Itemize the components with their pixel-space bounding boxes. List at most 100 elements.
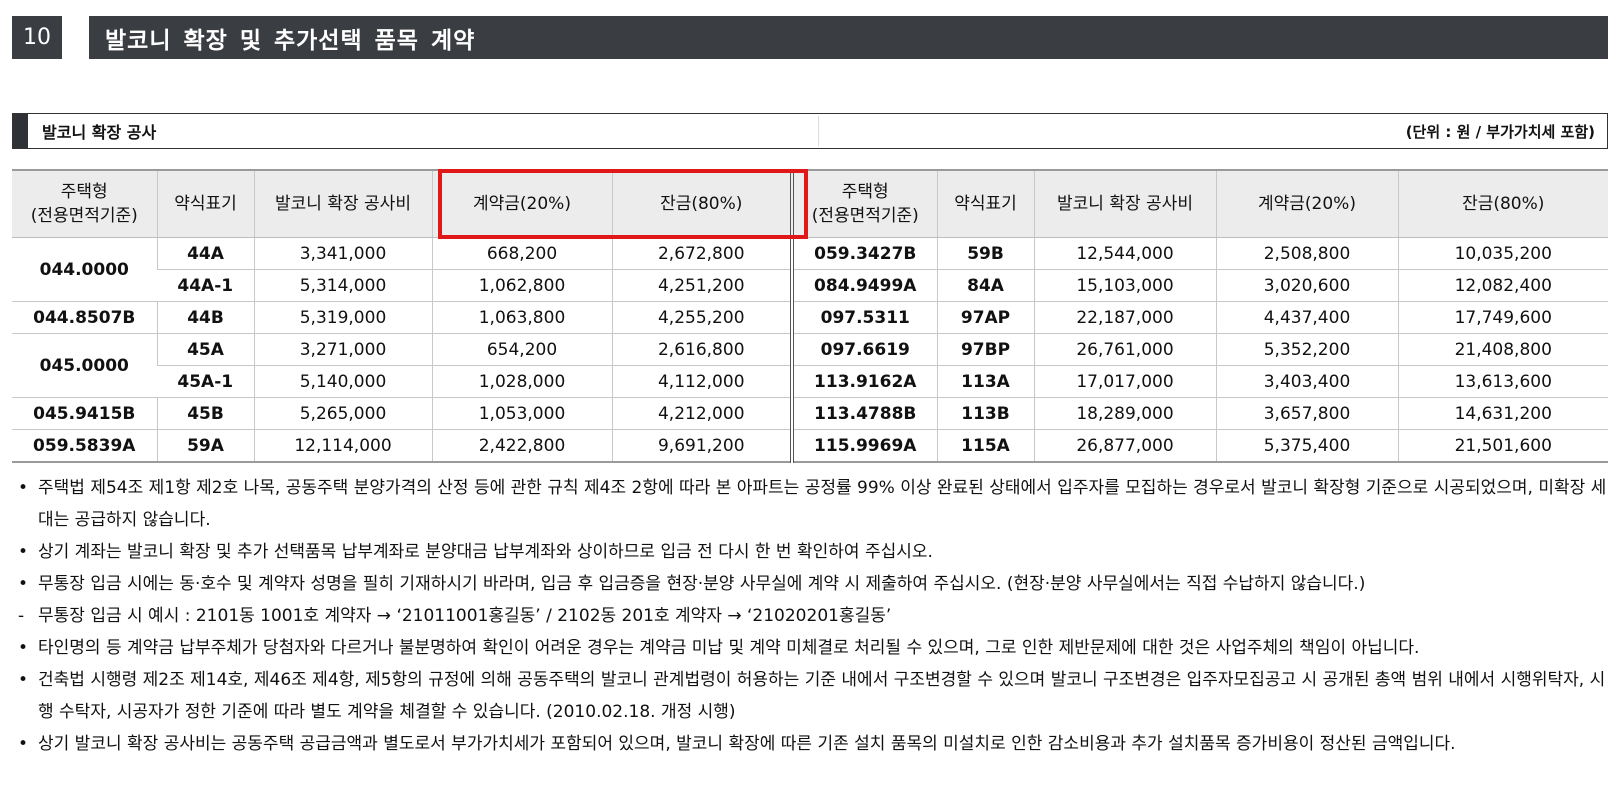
table-row: 045.9415B 45B 5,265,000 1,053,000 4,212,… <box>12 397 1608 430</box>
note-text: 주택법 제54조 제1항 제2호 나목, 공동주택 분양가격의 산정 등에 관한… <box>38 478 1607 530</box>
note-item: • 무통장 입금 시에는 동·호수 및 계약자 성명을 필히 기재하시기 바라며,… <box>18 568 1608 600</box>
col-header-deposit: 계약금(20%) <box>431 169 612 238</box>
deposit-cell: 1,053,000 <box>431 397 612 430</box>
abbr-cell: 84A <box>936 269 1034 302</box>
note-item: • 타인명의 등 계약금 납부주체가 당첨자와 다르거나 불분명하여 확인이 어려… <box>18 632 1608 664</box>
unit-type-cell: 115.9969A <box>790 429 937 463</box>
deposit-cell: 5,352,200 <box>1215 333 1398 366</box>
subsection-accent <box>13 114 28 148</box>
table-row: 044.0000 44A 3,341,000 668,200 2,672,800… <box>12 237 1608 302</box>
balance-cell: 13,613,600 <box>1397 365 1608 398</box>
abbr-cell: 97BP <box>936 333 1034 366</box>
dash-mark: - <box>18 606 25 626</box>
col-header-balance: 잔금(80%) <box>611 169 792 238</box>
col-header-cost: 발코니 확장 공사비 <box>253 169 432 238</box>
col-header-abbr-right: 약식표기 <box>936 169 1034 238</box>
unit-type-cell: 059.3427B <box>790 237 937 270</box>
deposit-cell: 2,508,800 <box>1215 237 1398 270</box>
abbr-cell: 45A-1 <box>157 365 254 398</box>
note-item: - 무통장 입금 시 예시 : 2101동 1001호 계약자 → ‘210110… <box>18 600 1608 632</box>
cost-cell: 3,271,000 <box>253 333 432 366</box>
note-text: 무통장 입금 시에는 동·호수 및 계약자 성명을 필히 기재하시기 바라며, … <box>38 574 1366 594</box>
note-text: 건축법 시행령 제2조 제14호, 제46조 제4항, 제5항의 규정에 의해 … <box>38 670 1606 722</box>
abbr-cell: 59B <box>936 237 1034 270</box>
abbr-cell: 113A <box>936 365 1034 398</box>
abbr-cell: 45A <box>156 333 254 366</box>
balance-cell: 17,749,600 <box>1397 301 1608 334</box>
balance-cell: 2,672,800 <box>611 237 792 270</box>
balance-cell: 12,082,400 <box>1397 269 1608 302</box>
abbr-cell: 97AP <box>936 301 1034 334</box>
balance-cell: 2,616,800 <box>611 333 792 366</box>
balance-cell: 14,631,200 <box>1397 397 1608 430</box>
cost-cell: 12,544,000 <box>1033 237 1216 270</box>
note-item: • 상기 계좌는 발코니 확장 및 추가 선택품목 납부계좌로 분양대금 납부계좌… <box>18 536 1608 568</box>
table-row: 059.5839A 59A 12,114,000 2,422,800 9,691… <box>12 429 1608 463</box>
deposit-cell: 3,403,400 <box>1215 365 1398 398</box>
col-header-abbr: 약식표기 <box>156 169 254 238</box>
abbr-cell: 115A <box>936 429 1034 463</box>
note-item: • 상기 발코니 확장 공사비는 공동주택 공급금액과 별도로서 부가가치세가 포… <box>18 728 1608 760</box>
cost-cell: 3,341,000 <box>253 237 432 270</box>
balance-cell: 4,251,200 <box>611 269 792 302</box>
bullet-mark: • <box>18 574 29 594</box>
col-header-type: 주택형 (전용면적기준) <box>12 169 157 238</box>
unit-type-cell: 045.9415B <box>12 397 157 430</box>
abbr-cell: 44A <box>156 237 254 270</box>
col-header-type-right: 주택형 (전용면적기준) <box>790 169 937 238</box>
note-text: 상기 발코니 확장 공사비는 공동주택 공급금액과 별도로서 부가가치세가 포함… <box>38 734 1456 754</box>
balance-cell: 4,212,000 <box>611 397 792 430</box>
unit-type-cell: 113.4788B <box>790 397 937 430</box>
deposit-cell: 1,028,000 <box>431 365 612 398</box>
note-item: • 건축법 시행령 제2조 제14호, 제46조 제4항, 제5항의 규정에 의해… <box>18 664 1608 728</box>
cost-cell: 26,877,000 <box>1033 429 1216 463</box>
subsection-title: 발코니 확장 공사 <box>42 123 157 142</box>
cost-cell: 18,289,000 <box>1033 397 1216 430</box>
balance-cell: 9,691,200 <box>611 429 792 463</box>
unit-note: (단위 : 원 / 부가가치세 포함) <box>1405 122 1595 141</box>
abbr-cell: 45B <box>156 397 254 430</box>
table-row: 44A-1 5,314,000 1,062,800 4,251,200 084.… <box>12 269 1608 302</box>
unit-type-cell: 045.0000 <box>12 333 157 398</box>
notes-list: • 주택법 제54조 제1항 제2호 나목, 공동주택 분양가격의 산정 등에 관… <box>18 472 1608 760</box>
balance-cell: 4,112,000 <box>611 365 792 398</box>
abbr-cell: 44A-1 <box>157 269 254 302</box>
cost-cell: 5,265,000 <box>253 397 432 430</box>
subsection-header: 발코니 확장 공사 (단위 : 원 / 부가가치세 포함) <box>12 113 1608 149</box>
abbr-cell: 44B <box>156 301 254 334</box>
table-row: 044.8507B 44B 5,319,000 1,063,800 4,255,… <box>12 301 1608 334</box>
bullet-mark: • <box>18 670 29 690</box>
col-header-deposit-right: 계약금(20%) <box>1215 169 1398 238</box>
deposit-cell: 1,062,800 <box>431 269 612 302</box>
bullet-mark: • <box>18 734 29 754</box>
cost-cell: 26,761,000 <box>1033 333 1216 366</box>
table-row: 045.0000 45A 3,271,000 654,200 2,616,800… <box>12 333 1608 398</box>
note-text: 타인명의 등 계약금 납부주체가 당첨자와 다르거나 불분명하여 확인이 어려운… <box>38 638 1420 658</box>
balance-cell: 4,255,200 <box>611 301 792 334</box>
unit-type-cell: 059.5839A <box>12 429 157 463</box>
col-header-type-label: 주택형 (전용면적기준) <box>30 182 138 226</box>
note-text: 상기 계좌는 발코니 확장 및 추가 선택품목 납부계좌로 분양대금 납부계좌와… <box>38 542 933 562</box>
abbr-cell: 113B <box>936 397 1034 430</box>
balcony-cost-table: 주택형 (전용면적기준) 약식표기 발코니 확장 공사비 계약금(20%) 잔금… <box>12 169 1608 463</box>
cost-cell: 5,314,000 <box>253 269 432 302</box>
unit-type-cell: 044.8507B <box>12 301 157 334</box>
unit-type-cell: 097.6619 <box>790 333 937 366</box>
section-number: 10 <box>12 16 62 59</box>
deposit-cell: 5,375,400 <box>1215 429 1398 463</box>
bullet-mark: • <box>18 542 29 562</box>
col-header-cost-right: 발코니 확장 공사비 <box>1033 169 1216 238</box>
subsection-divider <box>818 116 819 146</box>
deposit-cell: 668,200 <box>431 237 612 270</box>
cost-cell: 17,017,000 <box>1033 365 1216 398</box>
bullet-mark: • <box>18 478 29 498</box>
unit-type-cell: 084.9499A <box>790 269 937 302</box>
deposit-cell: 2,422,800 <box>431 429 612 463</box>
cost-cell: 15,103,000 <box>1033 269 1216 302</box>
deposit-cell: 3,020,600 <box>1215 269 1398 302</box>
abbr-cell: 59A <box>156 429 254 463</box>
section-title: 발코니 확장 및 추가선택 품목 계약 <box>89 16 1608 59</box>
cost-cell: 5,140,000 <box>253 365 432 398</box>
deposit-cell: 4,437,400 <box>1215 301 1398 334</box>
deposit-cell: 1,063,800 <box>431 301 612 334</box>
